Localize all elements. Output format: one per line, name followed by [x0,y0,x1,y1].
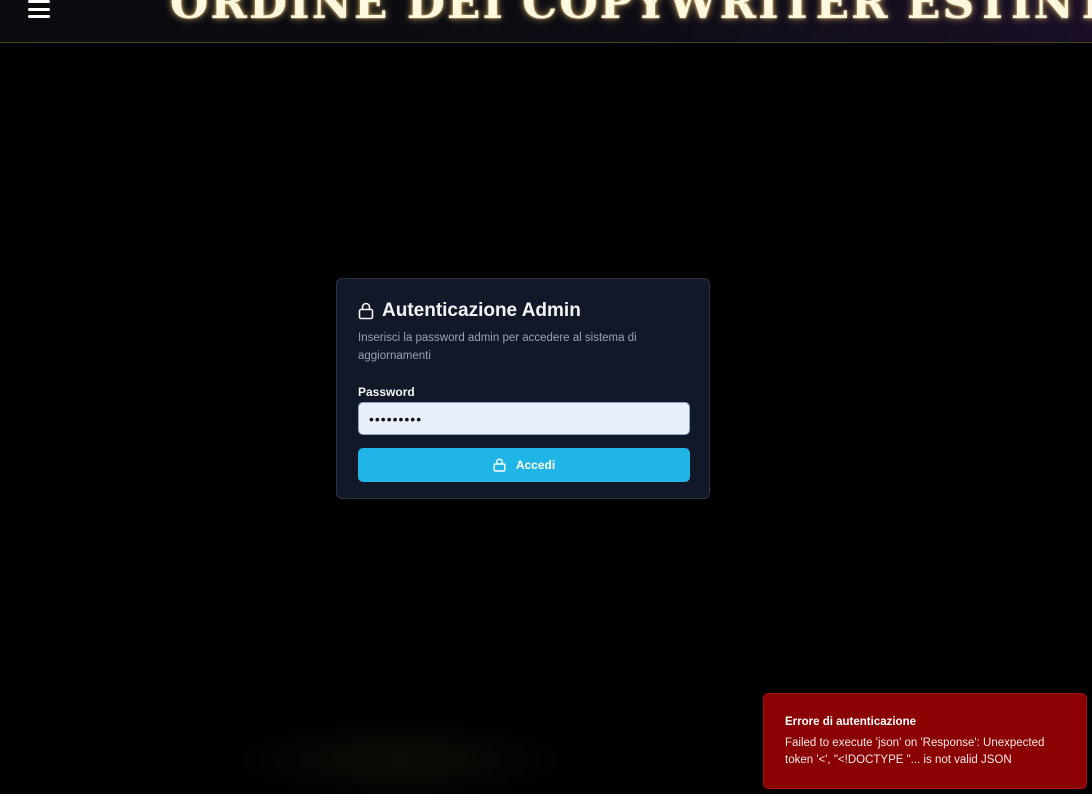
hamburger-menu-icon[interactable] [28,0,50,18]
card-title: Autenticazione Admin [382,300,581,321]
admin-login-card: Autenticazione Admin Inserisci la passwo… [336,278,710,499]
card-description: Inserisci la password admin per accedere… [358,332,637,362]
background-glow [220,715,580,794]
menu-bar [28,15,50,18]
site-header: ORDINE DEI COPYWRITER ESTINTI [0,0,1092,43]
login-submit-button[interactable]: Accedi [358,448,690,482]
menu-bar [28,7,50,11]
error-toast[interactable]: Errore di autenticazione Failed to execu… [763,693,1087,789]
site-title: ORDINE DEI COPYWRITER ESTINTI [170,0,1092,29]
menu-bar [28,0,50,3]
login-submit-label: Accedi [515,458,556,472]
page: ORDINE DEI COPYWRITER ESTINTI Autenticaz… [0,0,1092,794]
toast-title: Errore di autenticazione [785,716,917,728]
password-label: Password [358,385,415,399]
toast-message: Failed to execute 'json' on 'Response': … [785,737,1045,766]
lock-icon [358,302,374,320]
lock-icon [493,458,506,472]
password-field[interactable] [358,402,690,435]
card-header: Autenticazione Admin [358,299,688,323]
